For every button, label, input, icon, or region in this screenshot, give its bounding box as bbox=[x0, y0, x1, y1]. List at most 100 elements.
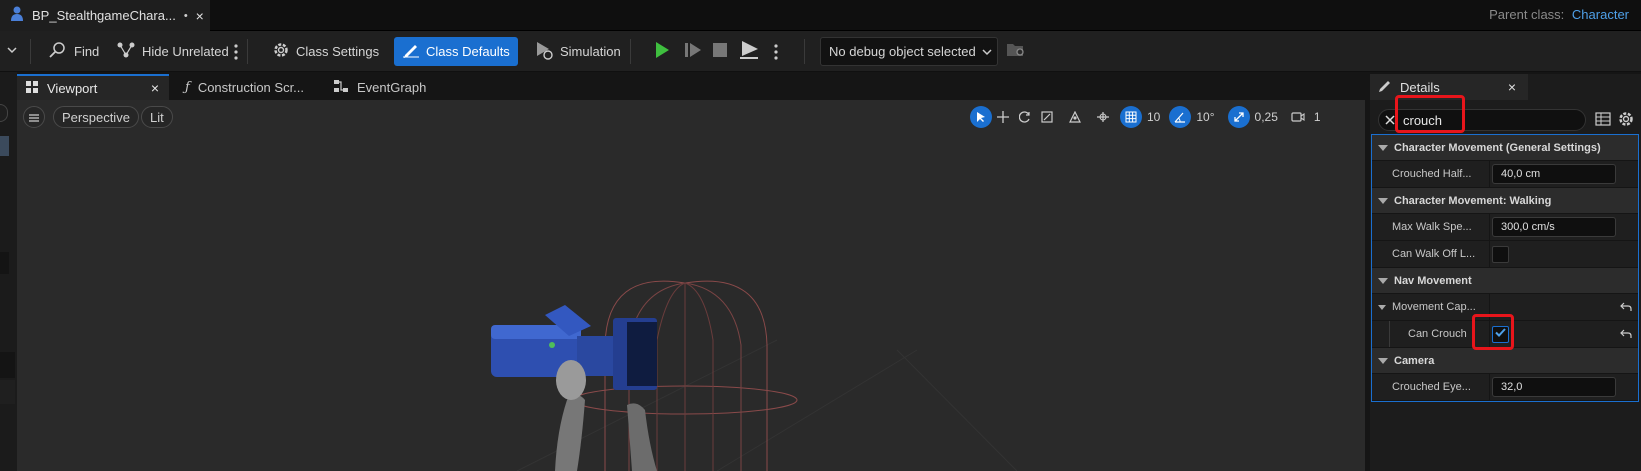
hide-unrelated-label: Hide Unrelated bbox=[142, 44, 229, 59]
close-tab-icon[interactable]: × bbox=[151, 80, 159, 96]
function-icon: ƒ bbox=[185, 79, 190, 95]
gear-icon bbox=[272, 41, 290, 62]
class-settings-button[interactable]: Class Settings bbox=[266, 37, 385, 66]
stop-button[interactable] bbox=[710, 37, 730, 66]
eject-play-icon bbox=[738, 40, 760, 63]
category-title: Character Movement: Walking bbox=[1394, 194, 1552, 207]
category-camera[interactable]: Camera bbox=[1372, 348, 1638, 374]
reset-to-default-icon[interactable] bbox=[1620, 300, 1632, 315]
close-tab-icon[interactable]: × bbox=[196, 8, 204, 24]
tab-event-graph[interactable]: EventGraph bbox=[325, 74, 426, 100]
category-nav-movement[interactable]: Nav Movement bbox=[1372, 268, 1638, 294]
chevron-down-icon bbox=[982, 44, 992, 59]
surface-snap-icon[interactable] bbox=[1092, 106, 1114, 128]
stop-icon bbox=[712, 42, 728, 61]
toolbar-separator bbox=[804, 39, 805, 64]
select-mode-icon[interactable] bbox=[970, 106, 992, 128]
rotation-snap-value[interactable]: 10° bbox=[1191, 110, 1219, 124]
property-name: Max Walk Spe... bbox=[1392, 221, 1472, 233]
panel-search-edge[interactable] bbox=[0, 104, 8, 122]
find-icon bbox=[48, 41, 68, 62]
viewport-menu-button[interactable] bbox=[23, 106, 45, 128]
parent-class-info: Parent class: Character bbox=[1489, 7, 1629, 22]
tab-construction-script[interactable]: ƒ Construction Scr... bbox=[177, 74, 304, 100]
chevron-down-icon bbox=[6, 44, 18, 59]
simulation-icon bbox=[534, 40, 554, 63]
play-icon bbox=[654, 41, 670, 62]
close-tab-icon[interactable]: × bbox=[1508, 79, 1516, 95]
expand-arrow-icon[interactable] bbox=[1378, 305, 1386, 310]
rotation-snap-icon[interactable] bbox=[1169, 106, 1192, 128]
edit-pencil-icon bbox=[1378, 79, 1392, 96]
property-row: Crouched Eye... 32,0 bbox=[1372, 374, 1638, 401]
hide-unrelated-button[interactable]: Hide Unrelated bbox=[110, 37, 235, 66]
viewport-canvas[interactable]: Perspective Lit 10 10° 0,25 1 bbox=[17, 100, 1365, 471]
scale-snap-value[interactable]: 0,25 bbox=[1250, 110, 1283, 124]
selected-item-edge[interactable] bbox=[0, 136, 9, 156]
event-graph-icon bbox=[333, 79, 349, 96]
scale-snap-icon[interactable] bbox=[1227, 106, 1250, 128]
property-name: Crouched Eye... bbox=[1392, 381, 1471, 393]
scale-mode-icon[interactable] bbox=[1036, 106, 1058, 128]
class-defaults-button[interactable]: Class Defaults bbox=[394, 37, 518, 66]
reset-to-default-icon[interactable] bbox=[1620, 327, 1632, 342]
simulation-label: Simulation bbox=[560, 44, 621, 59]
gear-icon[interactable] bbox=[1617, 110, 1635, 131]
advance-frame-button[interactable] bbox=[682, 37, 704, 66]
collapse-arrow-icon bbox=[1378, 197, 1388, 204]
category-title: Character Movement (General Settings) bbox=[1394, 141, 1601, 154]
category-character-movement-general[interactable]: Character Movement (General Settings) bbox=[1372, 135, 1638, 161]
search-highlight-box bbox=[1395, 95, 1465, 133]
lit-button[interactable]: Lit bbox=[141, 106, 173, 128]
translate-mode-icon[interactable] bbox=[992, 106, 1014, 128]
toolbar-separator bbox=[30, 39, 31, 64]
property-list: Character Movement (General Settings) Cr… bbox=[1371, 134, 1639, 402]
play-options-icon[interactable] bbox=[772, 37, 780, 66]
can-walk-off-ledges-checkbox[interactable] bbox=[1492, 245, 1509, 263]
grid-snap-value[interactable]: 10 bbox=[1142, 110, 1165, 124]
details-panel: Details × Character Movement (General Se… bbox=[1370, 74, 1641, 471]
step-forward-icon bbox=[684, 41, 702, 62]
debug-find-button[interactable] bbox=[1004, 37, 1028, 66]
category-character-movement-walking[interactable]: Character Movement: Walking bbox=[1372, 188, 1638, 214]
tab-details-label: Details bbox=[1400, 79, 1440, 95]
property-name: Crouched Half... bbox=[1392, 168, 1472, 180]
possess-eject-button[interactable] bbox=[736, 37, 762, 66]
max-walk-speed-field[interactable]: 300,0 cm/s bbox=[1492, 217, 1616, 237]
play-button[interactable] bbox=[652, 37, 672, 66]
camera-speed-icon[interactable] bbox=[1287, 106, 1309, 128]
collapse-arrow-icon bbox=[1378, 144, 1388, 151]
category-title: Camera bbox=[1394, 354, 1435, 367]
crouched-half-height-field[interactable]: 40,0 cm bbox=[1492, 164, 1616, 184]
clear-search-icon[interactable] bbox=[1385, 113, 1395, 128]
perspective-button[interactable]: Perspective bbox=[53, 106, 139, 128]
tab-event-graph-label: EventGraph bbox=[357, 79, 427, 95]
grid-snap-icon[interactable] bbox=[1120, 106, 1142, 128]
left-panel-edge bbox=[0, 72, 17, 471]
world-local-icon[interactable] bbox=[1064, 106, 1086, 128]
hamburger-icon bbox=[29, 110, 39, 125]
hide-unrelated-icon bbox=[116, 41, 136, 62]
table-view-icon[interactable] bbox=[1595, 112, 1611, 129]
rotate-mode-icon[interactable] bbox=[1014, 106, 1036, 128]
title-bar: BP_StealthgameChara... • × Parent class:… bbox=[0, 0, 1641, 31]
document-tab-title: BP_StealthgameChara... bbox=[32, 8, 176, 23]
debug-object-value: No debug object selected bbox=[829, 44, 976, 59]
toolbar-dropdown-chevron[interactable] bbox=[0, 37, 24, 66]
simulation-button[interactable]: Simulation bbox=[528, 37, 627, 66]
camera-speed-value[interactable]: 1 bbox=[1309, 110, 1326, 124]
viewport-transform-tools: 10 10° 0,25 1 bbox=[970, 106, 1326, 128]
viewport-icon bbox=[25, 80, 39, 97]
debug-object-select[interactable]: No debug object selected bbox=[820, 37, 998, 66]
more-options-icon[interactable] bbox=[232, 37, 240, 66]
parent-class-link[interactable]: Character bbox=[1572, 7, 1629, 22]
editor-tab-bar: Viewport × ƒ Construction Scr... EventGr… bbox=[17, 74, 1365, 100]
tab-viewport-label: Viewport bbox=[47, 80, 98, 96]
tab-viewport[interactable]: Viewport × bbox=[17, 74, 169, 100]
find-button[interactable]: Find bbox=[42, 37, 105, 66]
edit-pencil-icon bbox=[402, 42, 420, 61]
toolbar-separator bbox=[247, 39, 248, 64]
crouched-eye-height-field[interactable]: 32,0 bbox=[1492, 377, 1616, 397]
document-tab[interactable]: BP_StealthgameChara... • × bbox=[0, 0, 210, 31]
panel-row-edge bbox=[0, 380, 15, 404]
